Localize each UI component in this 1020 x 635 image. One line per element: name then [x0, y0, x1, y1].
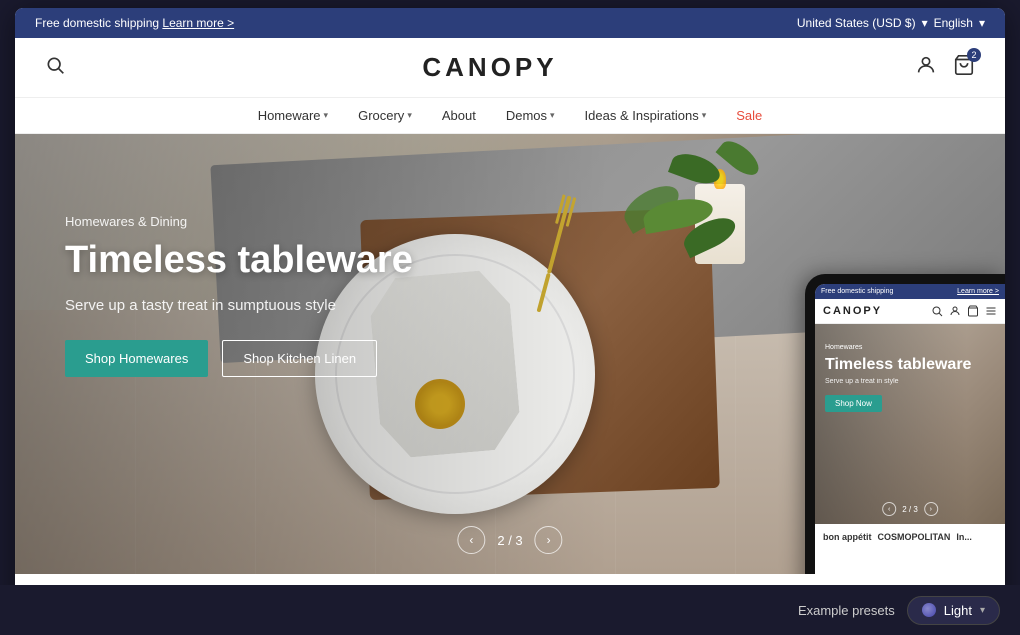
mobile-hero-subtitle: Serve up a treat in style: [825, 378, 971, 385]
slider-controls: ‹ 2 / 3 ›: [457, 526, 562, 554]
hero-content: Homewares & Dining Timeless tableware Se…: [65, 214, 413, 377]
chevron-down-icon: ▾: [702, 110, 707, 121]
mobile-slider-prev[interactable]: ‹: [882, 502, 896, 516]
hero-title: Timeless tableware: [65, 239, 413, 283]
mobile-header: CANOPY: [815, 299, 1005, 324]
chevron-down-icon: ▾: [324, 110, 329, 121]
mobile-shop-now-button[interactable]: Shop Now: [825, 395, 882, 412]
nav-item-ideas[interactable]: Ideas & Inspirations ▾: [585, 108, 707, 123]
nav-item-sale[interactable]: Sale: [736, 108, 762, 123]
mobile-slider-controls: ‹ 2 / 3 ›: [882, 502, 938, 516]
mobile-search-icon[interactable]: [931, 305, 943, 317]
nav-item-demos[interactable]: Demos ▾: [506, 108, 555, 123]
preset-color-dot: [922, 603, 936, 617]
announcement-bar: Free domestic shipping Learn more > Unit…: [15, 8, 1005, 38]
mobile-brands-bar: bon appétit COSMOPOLITAN In...: [815, 524, 1005, 550]
mobile-hero-title: Timeless tableware: [825, 355, 971, 374]
chevron-down-icon: ▾: [407, 110, 412, 121]
mobile-device-preview: Free domestic shipping Learn more > CANO…: [805, 274, 1005, 574]
mobile-slider-next[interactable]: ›: [924, 502, 938, 516]
cart-badge: 2: [967, 48, 981, 62]
mobile-header-icons: [931, 305, 997, 317]
mobile-hero-content: Homewares Timeless tableware Serve up a …: [825, 344, 971, 412]
mobile-logo: CANOPY: [823, 305, 882, 317]
region-chevron: ▾: [922, 16, 928, 30]
search-icon[interactable]: [45, 55, 65, 80]
nav-item-homeware[interactable]: Homeware ▾: [258, 108, 328, 123]
browser-frame: Free domestic shipping Learn more > Unit…: [15, 8, 1005, 618]
shop-homewares-button[interactable]: Shop Homewares: [65, 340, 208, 377]
preset-selector[interactable]: Light ▾: [907, 596, 1000, 625]
mobile-screen: Free domestic shipping Learn more > CANO…: [815, 284, 1005, 574]
nav-item-grocery[interactable]: Grocery ▾: [358, 108, 412, 123]
announcement-link[interactable]: Learn more >: [162, 16, 234, 30]
hero-section: Homewares & Dining Timeless tableware Se…: [15, 134, 1005, 574]
mobile-account-icon[interactable]: [949, 305, 961, 317]
chevron-down-icon: ▾: [980, 605, 985, 616]
bottom-toolbar: Example presets Light ▾: [0, 585, 1020, 635]
nav-item-about[interactable]: About: [442, 108, 476, 123]
mobile-slide-count: 2 / 3: [902, 505, 918, 514]
slider-next-button[interactable]: ›: [535, 526, 563, 554]
brand-more: In...: [956, 532, 972, 542]
mobile-menu-icon[interactable]: [985, 305, 997, 317]
brand-cosmopolitan: COSMOPOLITAN: [878, 532, 951, 542]
announcement-text: Free domestic shipping: [35, 16, 159, 30]
presets-label: Example presets: [798, 603, 895, 618]
slider-prev-button[interactable]: ‹: [457, 526, 485, 554]
mobile-hero-category: Homewares: [825, 344, 971, 351]
account-icon[interactable]: [915, 54, 937, 81]
brand-bon-appetit: bon appétit: [823, 532, 872, 542]
cart-icon[interactable]: 2: [953, 54, 975, 81]
shop-linen-button[interactable]: Shop Kitchen Linen: [222, 340, 377, 377]
hero-category: Homewares & Dining: [65, 214, 413, 229]
site-header: CANOPY 2: [15, 38, 1005, 98]
mobile-announcement-bar: Free domestic shipping Learn more >: [815, 284, 1005, 299]
mobile-hero-background: Homewares Timeless tableware Serve up a …: [815, 324, 1005, 524]
region-label: United States (USD $): [797, 16, 916, 30]
language-chevron: ▾: [979, 16, 985, 30]
chevron-down-icon: ▾: [550, 110, 555, 121]
main-nav: Homeware ▾ Grocery ▾ About Demos ▾ Ideas…: [15, 98, 1005, 134]
hero-subtitle: Serve up a tasty treat in sumptuous styl…: [65, 297, 413, 314]
language-label[interactable]: English: [934, 16, 973, 30]
mobile-cart-icon[interactable]: [967, 305, 979, 317]
hero-buttons: Shop Homewares Shop Kitchen Linen: [65, 340, 413, 377]
slider-count: 2 / 3: [497, 533, 522, 548]
preset-name: Light: [944, 603, 972, 618]
site-logo[interactable]: CANOPY: [65, 52, 915, 83]
